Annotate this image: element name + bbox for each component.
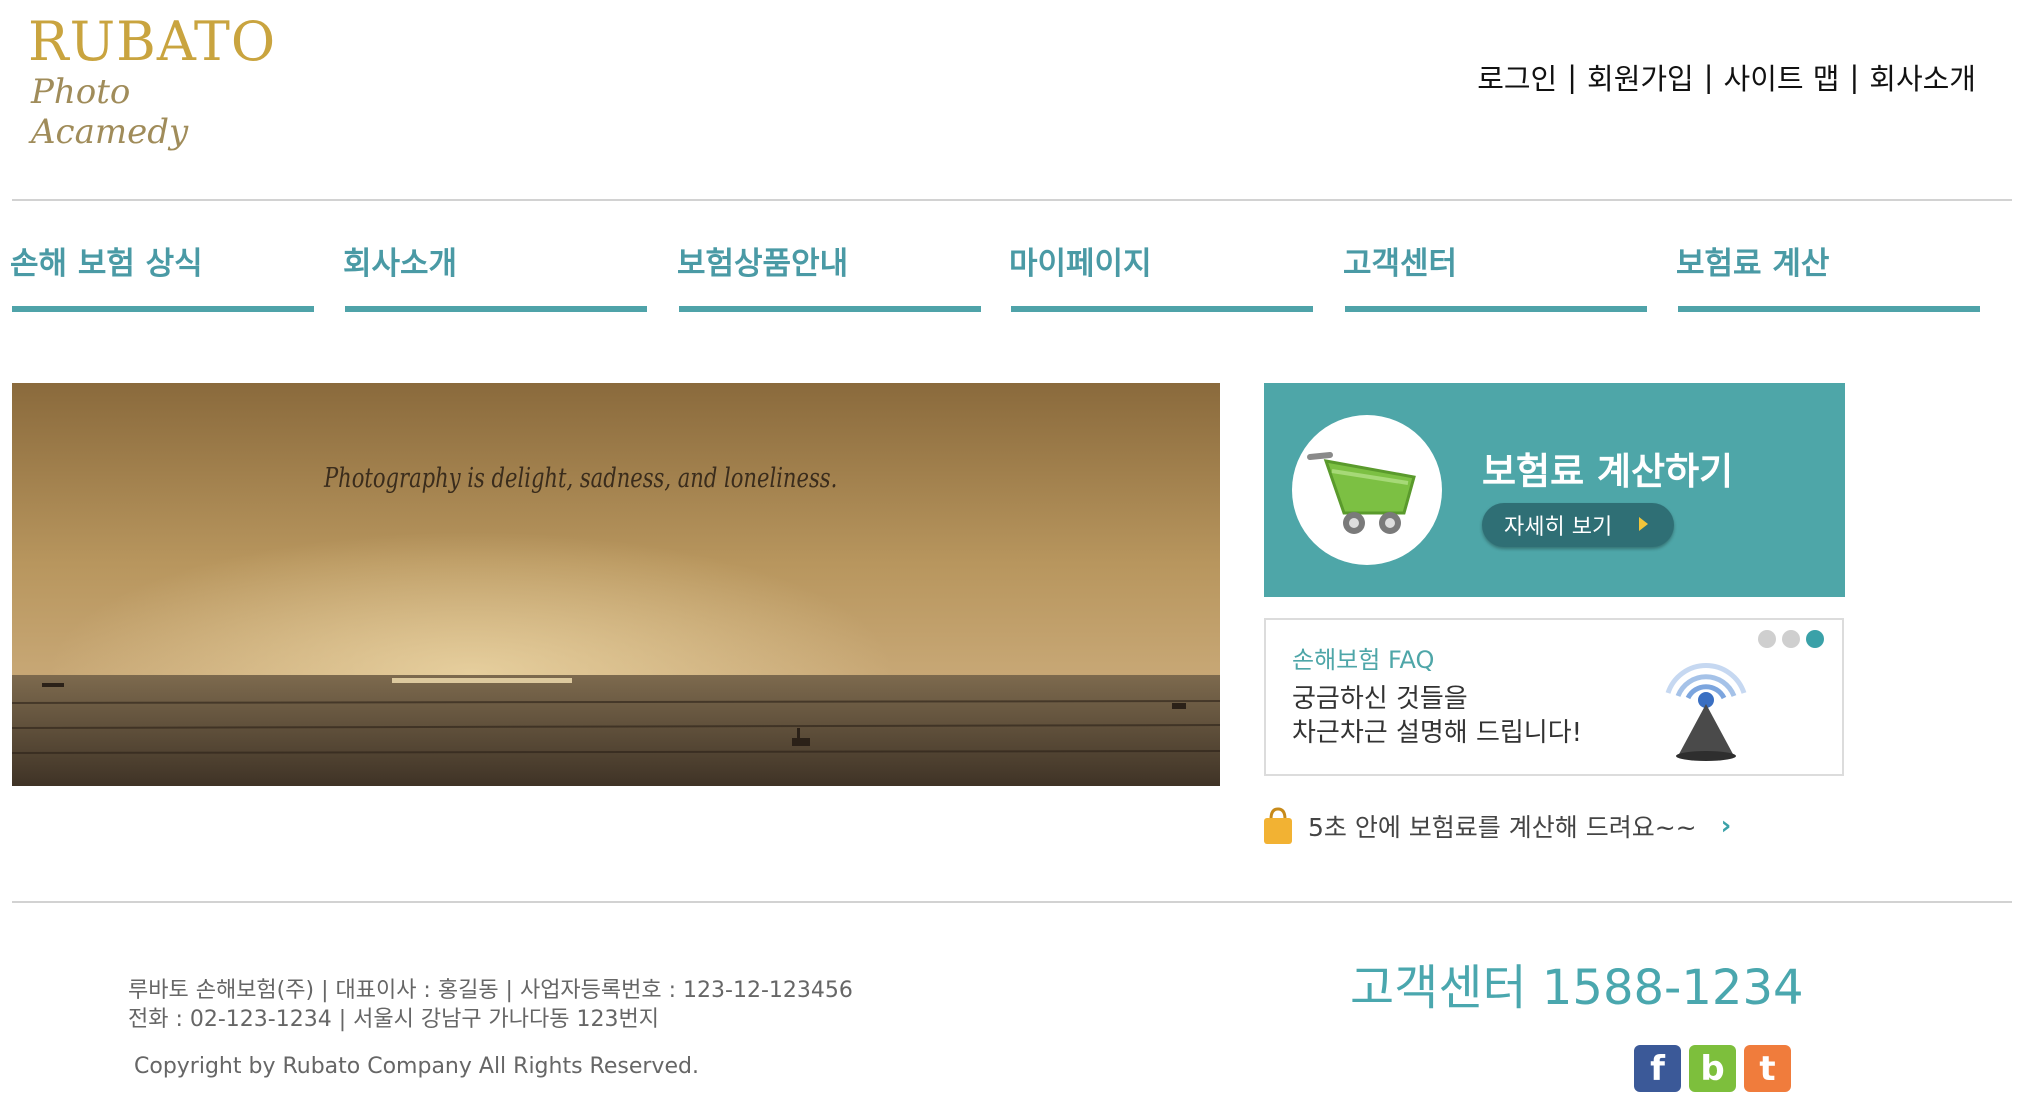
nav-item-label: 마이페이지 xyxy=(1009,246,1152,282)
nav-item-company[interactable]: 회사소개 xyxy=(343,238,647,312)
footer-divider xyxy=(12,901,2012,903)
social-links: f b t xyxy=(1634,1045,1791,1092)
nav-item-mypage[interactable]: 마이페이지 xyxy=(1009,238,1313,312)
nav-item-label: 보험료 계산 xyxy=(1676,246,1830,282)
carousel-dot[interactable] xyxy=(1782,630,1800,648)
faq-line: 차근차근 설명해 드립니다! xyxy=(1292,718,1583,748)
site-logo[interactable]: RUBATO Photo Acamedy xyxy=(28,10,278,152)
nav-item-customer-center[interactable]: 고객센터 xyxy=(1343,238,1647,312)
copyright: Copyright by Rubato Company All Rights R… xyxy=(134,1054,699,1079)
calc-title: 보험료 계산하기 xyxy=(1482,450,1734,493)
separator: | xyxy=(1567,60,1578,94)
separator: | xyxy=(1703,60,1714,94)
signup-link[interactable]: 회원가입 xyxy=(1587,56,1694,98)
twitter-icon[interactable]: t xyxy=(1744,1045,1791,1092)
hero-banner: Photography is delight, sadness, and lon… xyxy=(12,383,1220,786)
premium-calc-banner[interactable]: 보험료 계산하기 자세히 보기 xyxy=(1264,383,1845,597)
faq-line: 궁금하신 것들을 xyxy=(1292,684,1468,714)
login-link[interactable]: 로그인 xyxy=(1477,56,1557,98)
nav-item-products[interactable]: 보험상품안내 xyxy=(677,238,981,312)
logo-sub-text: Photo Acamedy xyxy=(31,72,189,152)
details-button-label: 자세히 보기 xyxy=(1504,515,1613,540)
details-button[interactable]: 자세히 보기 xyxy=(1482,503,1674,547)
header-divider xyxy=(12,199,2012,201)
utility-nav: 로그인 | 회원가입 | 사이트 맵 | 회사소개 xyxy=(1477,56,1976,98)
main-nav: 손해 보험 상식 회사소개 보험상품안내 마이페이지 고객센터 보험료 계산 xyxy=(10,238,2012,312)
quick-calc-promo[interactable]: 5초 안에 보험료를 계산해 드려요~~ › xyxy=(1262,806,1731,846)
hero-quote: Photography is delight, sadness, and lon… xyxy=(324,463,838,494)
nav-item-label: 보험상품안내 xyxy=(677,246,849,282)
facebook-icon[interactable]: f xyxy=(1634,1045,1681,1092)
logo-main-text: RUBATO xyxy=(28,10,277,73)
nav-item-insurance-knowledge[interactable]: 손해 보험 상식 xyxy=(10,238,314,312)
nav-item-premium-calc[interactable]: 보험료 계산 xyxy=(1676,238,1980,312)
company-info-line: 루바토 손해보험(주) | 대표이사 : 홍길동 | 사업자등록번호 : 123… xyxy=(128,978,853,1003)
blog-icon[interactable]: b xyxy=(1689,1045,1736,1092)
nav-item-label: 손해 보험 상식 xyxy=(10,246,203,282)
shopping-bag-icon xyxy=(1264,807,1292,844)
nav-item-label: 회사소개 xyxy=(343,246,458,282)
play-arrow-icon xyxy=(1639,517,1648,531)
faq-description: 궁금하신 것들을 차근차근 설명해 드립니다! xyxy=(1292,682,1582,750)
signal-antenna-icon xyxy=(1665,662,1747,761)
cart-badge xyxy=(1292,415,1442,565)
sea-sunset-image xyxy=(12,383,1220,786)
nav-item-label: 고객센터 xyxy=(1343,246,1458,282)
faq-title: 손해보험 FAQ xyxy=(1292,646,1435,674)
faq-banner[interactable]: 손해보험 FAQ 궁금하신 것들을 차근차근 설명해 드립니다! xyxy=(1264,618,1844,776)
chevron-right-icon: › xyxy=(1720,811,1732,841)
shopping-cart-icon xyxy=(1307,452,1416,534)
promo-text: 5초 안에 보험료를 계산해 드려요~~ xyxy=(1308,813,1697,842)
customer-center-phone: 고객센터 1588-1234 xyxy=(1350,960,1804,1016)
separator: | xyxy=(1849,60,1860,94)
sitemap-link[interactable]: 사이트 맵 xyxy=(1724,56,1840,98)
carousel-dots xyxy=(1758,630,1824,648)
carousel-dot-active[interactable] xyxy=(1806,630,1824,648)
company-info-line: 전화 : 02-123-1234 | 서울시 강남구 가나다동 123번지 xyxy=(128,1007,659,1032)
company-info: 루바토 손해보험(주) | 대표이사 : 홍길동 | 사업자등록번호 : 123… xyxy=(128,976,853,1034)
company-intro-link[interactable]: 회사소개 xyxy=(1869,56,1976,98)
